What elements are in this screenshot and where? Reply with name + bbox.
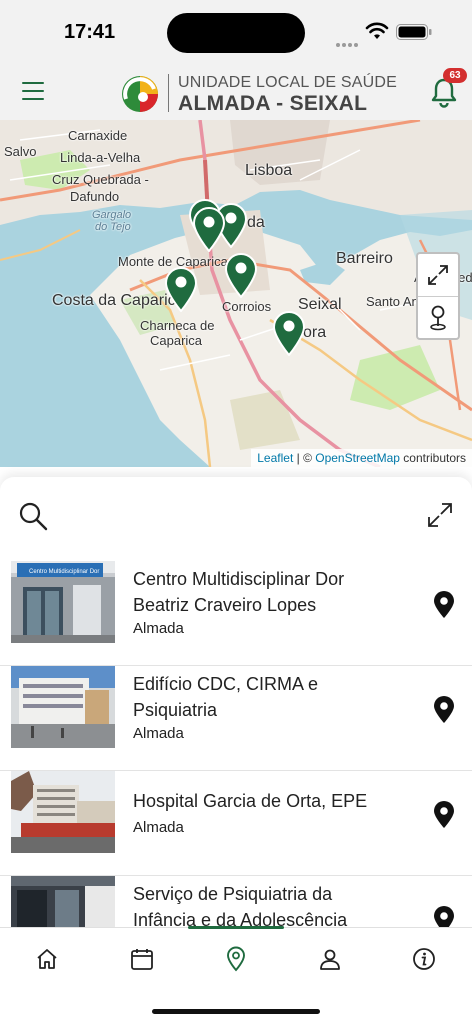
cellular-signal-icon	[336, 34, 360, 47]
app-screen: 17:41 UNIDADE LOCAL DE SAÚDE ALMADA - SE…	[0, 0, 472, 1024]
tab-calendar[interactable]	[120, 942, 164, 976]
locations-panel: Centro Multidisciplinar Dor Centro Multi…	[0, 477, 472, 927]
map-label: Charneca de	[140, 318, 215, 333]
map-label: Lisboa	[245, 162, 293, 179]
location-city: Almada	[133, 725, 184, 742]
info-icon	[413, 948, 435, 970]
expand-list-icon[interactable]	[426, 501, 454, 529]
location-title: Serviço de Psiquiatria da Infância e da …	[133, 884, 348, 927]
map-label: Gargalo	[92, 209, 132, 221]
attribution-separator: | ©	[293, 451, 316, 465]
calendar-icon	[131, 949, 153, 970]
expand-arrows-icon	[428, 265, 448, 285]
map-label: Barreiro	[336, 250, 393, 267]
menu-button[interactable]	[22, 82, 44, 100]
location-city: Almada	[133, 620, 184, 637]
notifications-badge: 63	[443, 68, 467, 83]
tab-locations[interactable]	[214, 942, 258, 976]
location-item[interactable]: Hospital Garcia de Orta, EPE Almada	[0, 771, 472, 876]
map-locate-button[interactable]	[418, 296, 458, 338]
home-indicator	[152, 1009, 320, 1014]
tab-profile[interactable]	[308, 942, 352, 976]
status-bar: 17:41	[0, 0, 472, 62]
battery-icon	[396, 24, 432, 40]
map-attribution: Leaflet | © OpenStreetMap contributors	[251, 449, 472, 467]
map-marker-icon[interactable]	[164, 266, 198, 312]
location-thumbnail	[11, 666, 115, 748]
location-title: Edifício CDC, CIRMA e Psiquiatria	[133, 674, 319, 720]
home-icon	[37, 949, 57, 969]
map-pin-icon[interactable]	[432, 591, 456, 619]
wifi-icon	[365, 22, 389, 39]
location-title: Hospital Garcia de Orta, EPE	[133, 791, 368, 811]
locate-pin-icon	[430, 305, 446, 330]
map-pin-icon[interactable]	[432, 906, 456, 927]
location-city: Almada	[133, 819, 184, 836]
map-label: Dafundo	[70, 189, 120, 204]
locations-list: Centro Multidisciplinar Dor Centro Multi…	[0, 561, 472, 927]
leaflet-link[interactable]: Leaflet	[257, 451, 293, 465]
map-fullscreen-button[interactable]	[418, 254, 458, 296]
search-icon[interactable]	[18, 501, 48, 531]
map-label: Carnaxide	[68, 128, 128, 143]
uls-logo-icon	[122, 76, 158, 112]
attribution-tail: contributors	[399, 451, 466, 465]
thumbnail-sign: Centro Multidisciplinar Dor	[29, 569, 99, 575]
location-pin-icon	[227, 946, 245, 972]
logo-divider	[168, 74, 169, 112]
osm-link[interactable]: OpenStreetMap	[315, 451, 400, 465]
map-marker-icon[interactable]	[272, 310, 306, 356]
map-pin-icon[interactable]	[432, 801, 456, 829]
map-pin-icon[interactable]	[432, 696, 456, 724]
location-item[interactable]: Centro Multidisciplinar Dor Centro Multi…	[0, 561, 472, 666]
map-label: do Tejo	[95, 221, 131, 233]
tab-home[interactable]	[25, 942, 69, 976]
location-item[interactable]: Edifício CDC, CIRMA e Psiquiatria Almada	[0, 666, 472, 771]
brand-title: UNIDADE LOCAL DE SAÚDE	[178, 74, 397, 91]
app-header: UNIDADE LOCAL DE SAÚDE ALMADA - SEIXAL 6…	[0, 62, 472, 120]
map-marker-icon[interactable]	[224, 252, 258, 298]
map-label: ora	[303, 324, 327, 341]
location-thumbnail: Centro Multidisciplinar Dor	[11, 561, 115, 643]
dynamic-island	[167, 13, 305, 53]
map-label: Linda-a-Velha	[60, 150, 141, 165]
map-label: Cruz Quebrada -	[52, 172, 149, 187]
map-label: Caparica	[150, 333, 203, 348]
map-label: Corroios	[222, 299, 272, 314]
location-thumbnail	[11, 876, 115, 927]
status-time: 17:41	[64, 21, 116, 43]
location-item[interactable]: Serviço de Psiquiatria da Infância e da …	[0, 876, 472, 927]
map-label: Salvo	[4, 144, 37, 159]
brand-subtitle: ALMADA - SEIXAL	[178, 92, 368, 115]
map-view[interactable]: Carnaxide Salvo Linda-a-Velha Cruz Quebr…	[0, 120, 472, 467]
map-label: da	[247, 214, 265, 231]
location-title: Centro Multidisciplinar Dor Beatriz Crav…	[133, 569, 345, 615]
active-tab-indicator	[188, 926, 284, 929]
user-icon	[320, 949, 340, 970]
tab-info[interactable]	[402, 942, 446, 976]
location-thumbnail	[11, 771, 115, 853]
map-controls	[416, 252, 460, 340]
map-marker-icon[interactable]	[192, 206, 226, 252]
